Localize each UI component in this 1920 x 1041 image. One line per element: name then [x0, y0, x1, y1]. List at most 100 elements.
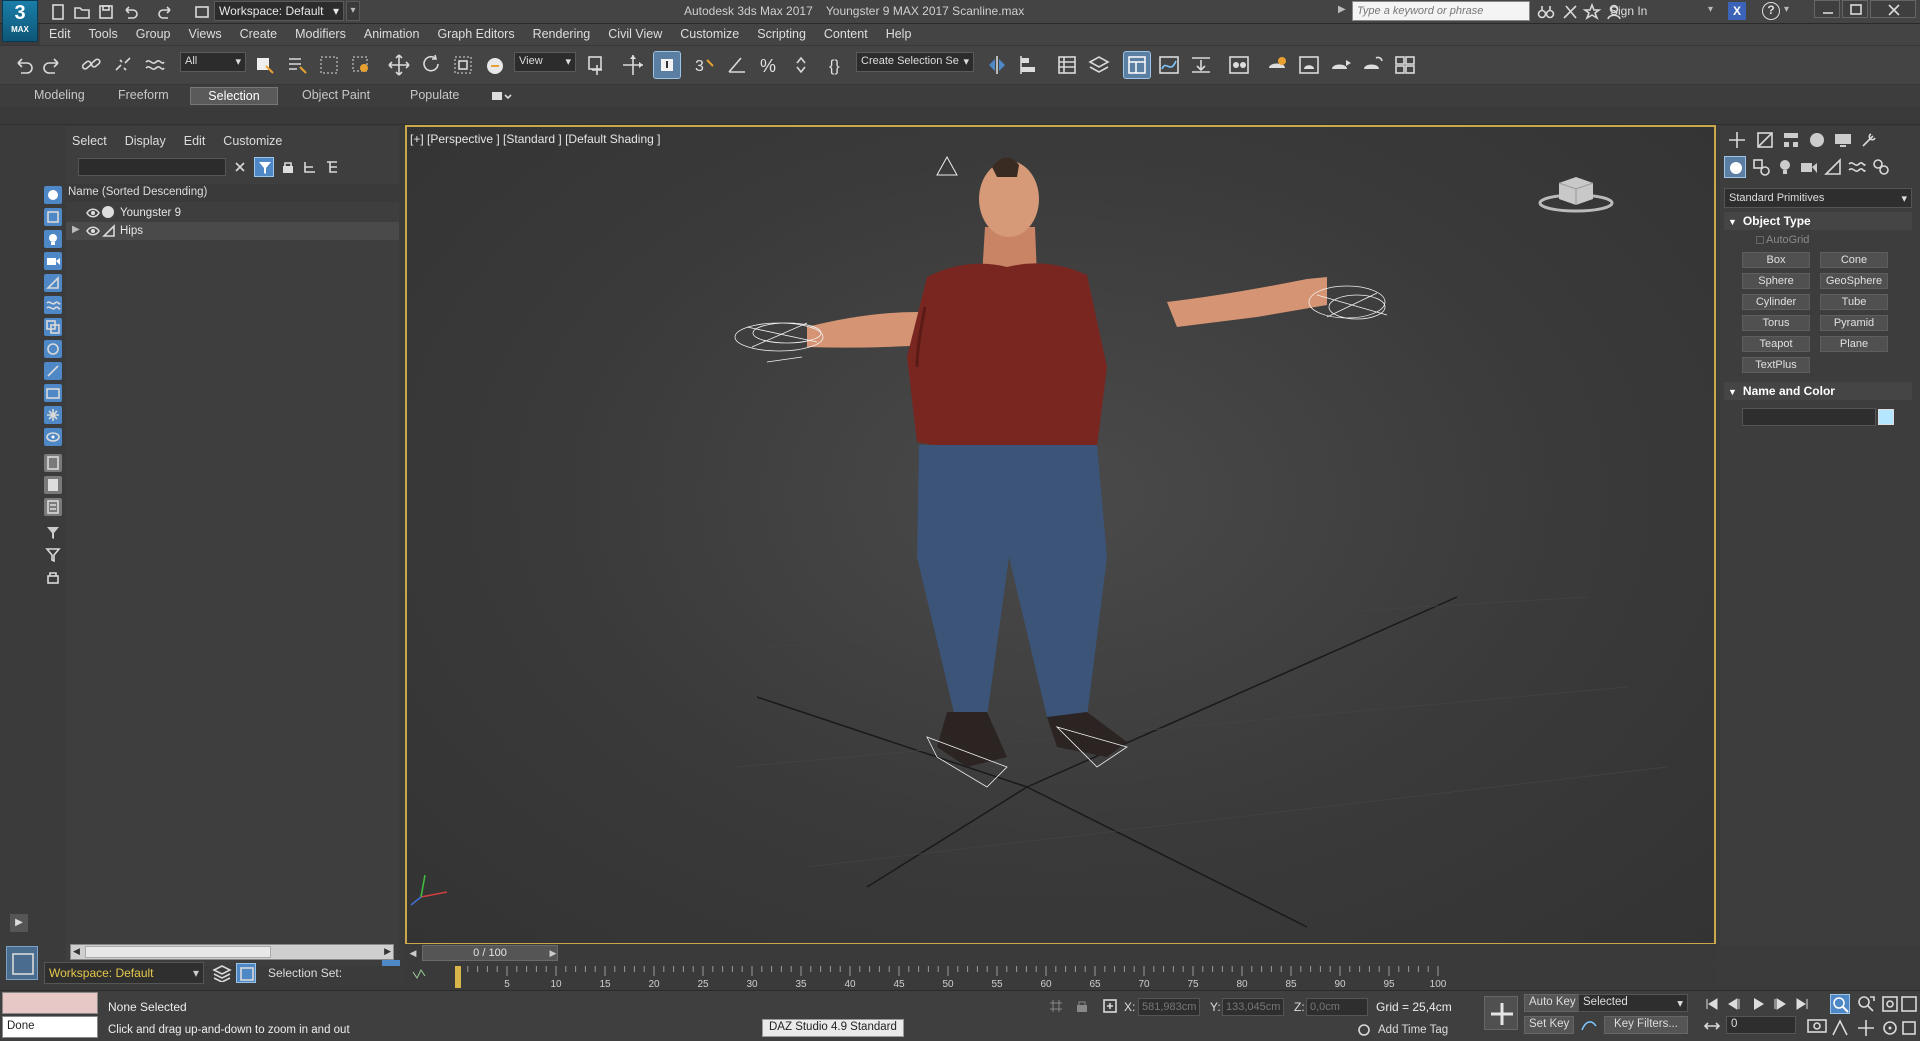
- key-mode-dropdown[interactable]: Selected ▾: [1578, 994, 1688, 1012]
- utilities-tab-icon[interactable]: [1858, 129, 1880, 151]
- undo-icon[interactable]: [10, 52, 36, 78]
- display-space-warps-icon[interactable]: [44, 296, 62, 314]
- list-item[interactable]: ▶ Hips: [66, 222, 399, 240]
- maximize-button[interactable]: [1842, 0, 1868, 18]
- menu-modifiers[interactable]: Modifiers: [286, 24, 355, 44]
- perspective-viewport[interactable]: [405, 125, 1716, 945]
- chevron-down-icon[interactable]: ▾: [1784, 4, 1789, 15]
- percent-snap-icon[interactable]: %: [756, 52, 782, 78]
- binoculars-icon[interactable]: [1536, 2, 1556, 22]
- auto-key-button[interactable]: Auto Key: [1524, 994, 1581, 1012]
- link-icon[interactable]: [78, 52, 104, 78]
- menu-rendering[interactable]: Rendering: [524, 24, 600, 44]
- menu-customize[interactable]: Customize: [671, 24, 748, 44]
- scale-icon[interactable]: [450, 52, 476, 78]
- lights-category-icon[interactable]: [1774, 156, 1796, 178]
- snaps-toggle-icon[interactable]: 3: [692, 52, 718, 78]
- scroll-right-icon[interactable]: ▶: [384, 946, 391, 957]
- selection-filter-dropdown[interactable]: All ▾: [180, 52, 246, 72]
- schematic-view-icon[interactable]: [1188, 52, 1214, 78]
- viewcube-icon[interactable]: [1537, 165, 1615, 213]
- menu-help[interactable]: Help: [877, 24, 921, 44]
- align-icon[interactable]: [1016, 52, 1042, 78]
- hierarchy-expand-icon[interactable]: [302, 159, 318, 175]
- a360-gallery-icon[interactable]: [1392, 52, 1418, 78]
- menu-animation[interactable]: Animation: [355, 24, 429, 44]
- invert-display-icon[interactable]: [44, 498, 62, 516]
- mirror-icon[interactable]: [984, 52, 1010, 78]
- selection-lock-icon[interactable]: [1074, 998, 1090, 1014]
- lock-toggle-icon[interactable]: [44, 568, 62, 586]
- zoom-all-icon[interactable]: [1856, 994, 1876, 1014]
- select-manipulate-icon[interactable]: [620, 52, 646, 78]
- filter-toggle-icon[interactable]: [254, 157, 274, 177]
- eye-icon[interactable]: [86, 224, 100, 238]
- explorer-workspace-dropdown[interactable]: Workspace: Default ▾: [44, 962, 204, 984]
- rotate-icon[interactable]: [418, 52, 444, 78]
- save-icon[interactable]: [96, 2, 116, 22]
- key-mode-toggle-icon[interactable]: [1702, 1018, 1722, 1034]
- cone-button[interactable]: Cone: [1820, 252, 1888, 268]
- primitives-dropdown[interactable]: Standard Primitives ▾: [1724, 188, 1912, 208]
- menu-civil-view[interactable]: Civil View: [599, 24, 671, 44]
- rendered-frame-window-icon[interactable]: [1296, 52, 1322, 78]
- field-of-view-icon[interactable]: [1830, 1018, 1850, 1038]
- exchange-apps-icon[interactable]: X: [1728, 2, 1746, 20]
- go-to-end-icon[interactable]: [1792, 996, 1812, 1012]
- object-color-swatch[interactable]: [1878, 409, 1894, 425]
- display-tab-icon[interactable]: [1832, 129, 1854, 151]
- current-frame-marker[interactable]: [455, 966, 461, 988]
- display-lights-icon[interactable]: [44, 230, 62, 248]
- create-tab-icon[interactable]: [1726, 129, 1748, 151]
- previous-frame-icon[interactable]: ◀: [406, 946, 420, 960]
- pivot-center-icon[interactable]: [584, 52, 610, 78]
- menu-graph-editors[interactable]: Graph Editors: [428, 24, 523, 44]
- cylinder-button[interactable]: Cylinder: [1742, 294, 1810, 310]
- tab-freeform[interactable]: Freeform: [108, 87, 179, 105]
- close-button[interactable]: [1870, 0, 1916, 18]
- object-type-rollout-header[interactable]: ▼ Object Type: [1724, 212, 1912, 230]
- menu-edit[interactable]: Edit: [40, 24, 80, 44]
- curve-editor-mini-icon[interactable]: [412, 969, 426, 979]
- display-containers-icon[interactable]: [44, 384, 62, 402]
- torus-button[interactable]: Torus: [1742, 315, 1810, 331]
- spinner-snap-icon[interactable]: [788, 52, 814, 78]
- explorer-menu-select[interactable]: Select: [72, 134, 107, 148]
- chevron-down-icon[interactable]: ▾: [1708, 4, 1713, 15]
- display-groups-icon[interactable]: [44, 318, 62, 336]
- track-bar[interactable]: 5 10 15 20 25 30 35 40 45 50 55 60 65 70 75 80 85 90 95 100: [405, 964, 1716, 990]
- horizontal-scrollbar[interactable]: ◀ ▶: [70, 944, 394, 960]
- helpers-category-icon[interactable]: [1822, 156, 1844, 178]
- geometry-category-icon[interactable]: [1724, 156, 1746, 178]
- sphere-button[interactable]: Sphere: [1742, 273, 1810, 289]
- display-helpers-icon[interactable]: [44, 274, 62, 292]
- scene-explorer-toggle-icon[interactable]: [1054, 52, 1080, 78]
- menu-content[interactable]: Content: [815, 24, 877, 44]
- next-frame-icon[interactable]: [1770, 996, 1790, 1012]
- unlink-icon[interactable]: [110, 52, 136, 78]
- space-warps-category-icon[interactable]: [1846, 156, 1868, 178]
- clear-search-icon[interactable]: [232, 159, 248, 175]
- communication-center-icon[interactable]: [1560, 2, 1580, 22]
- tab-populate[interactable]: Populate: [400, 87, 469, 105]
- maxscript-output[interactable]: Done: [2, 1016, 98, 1038]
- menu-views[interactable]: Views: [179, 24, 230, 44]
- viewport-layout-icon[interactable]: [6, 946, 38, 980]
- keyboard-shortcut-override-icon[interactable]: [653, 51, 681, 79]
- rect-selection-region-icon[interactable]: [316, 52, 342, 78]
- tab-modeling[interactable]: Modeling: [24, 87, 95, 105]
- menu-create[interactable]: Create: [231, 24, 287, 44]
- geosphere-button[interactable]: GeoSphere: [1820, 273, 1888, 289]
- sign-in-button[interactable]: Sign In: [1610, 4, 1647, 18]
- explorer-menu-display[interactable]: Display: [125, 134, 166, 148]
- display-geometry-icon[interactable]: [44, 186, 62, 204]
- autogrid-checkbox[interactable]: [1756, 236, 1764, 244]
- go-to-start-icon[interactable]: [1702, 996, 1722, 1012]
- textplus-button[interactable]: TextPlus: [1742, 357, 1810, 373]
- cameras-category-icon[interactable]: [1798, 156, 1820, 178]
- absolute-mode-icon[interactable]: [1102, 998, 1118, 1014]
- tab-selection[interactable]: Selection: [190, 87, 278, 105]
- search-expand-icon[interactable]: ▶: [1338, 4, 1346, 15]
- zoom-extents-all-icon[interactable]: [1900, 994, 1918, 1014]
- new-file-icon[interactable]: [48, 2, 68, 22]
